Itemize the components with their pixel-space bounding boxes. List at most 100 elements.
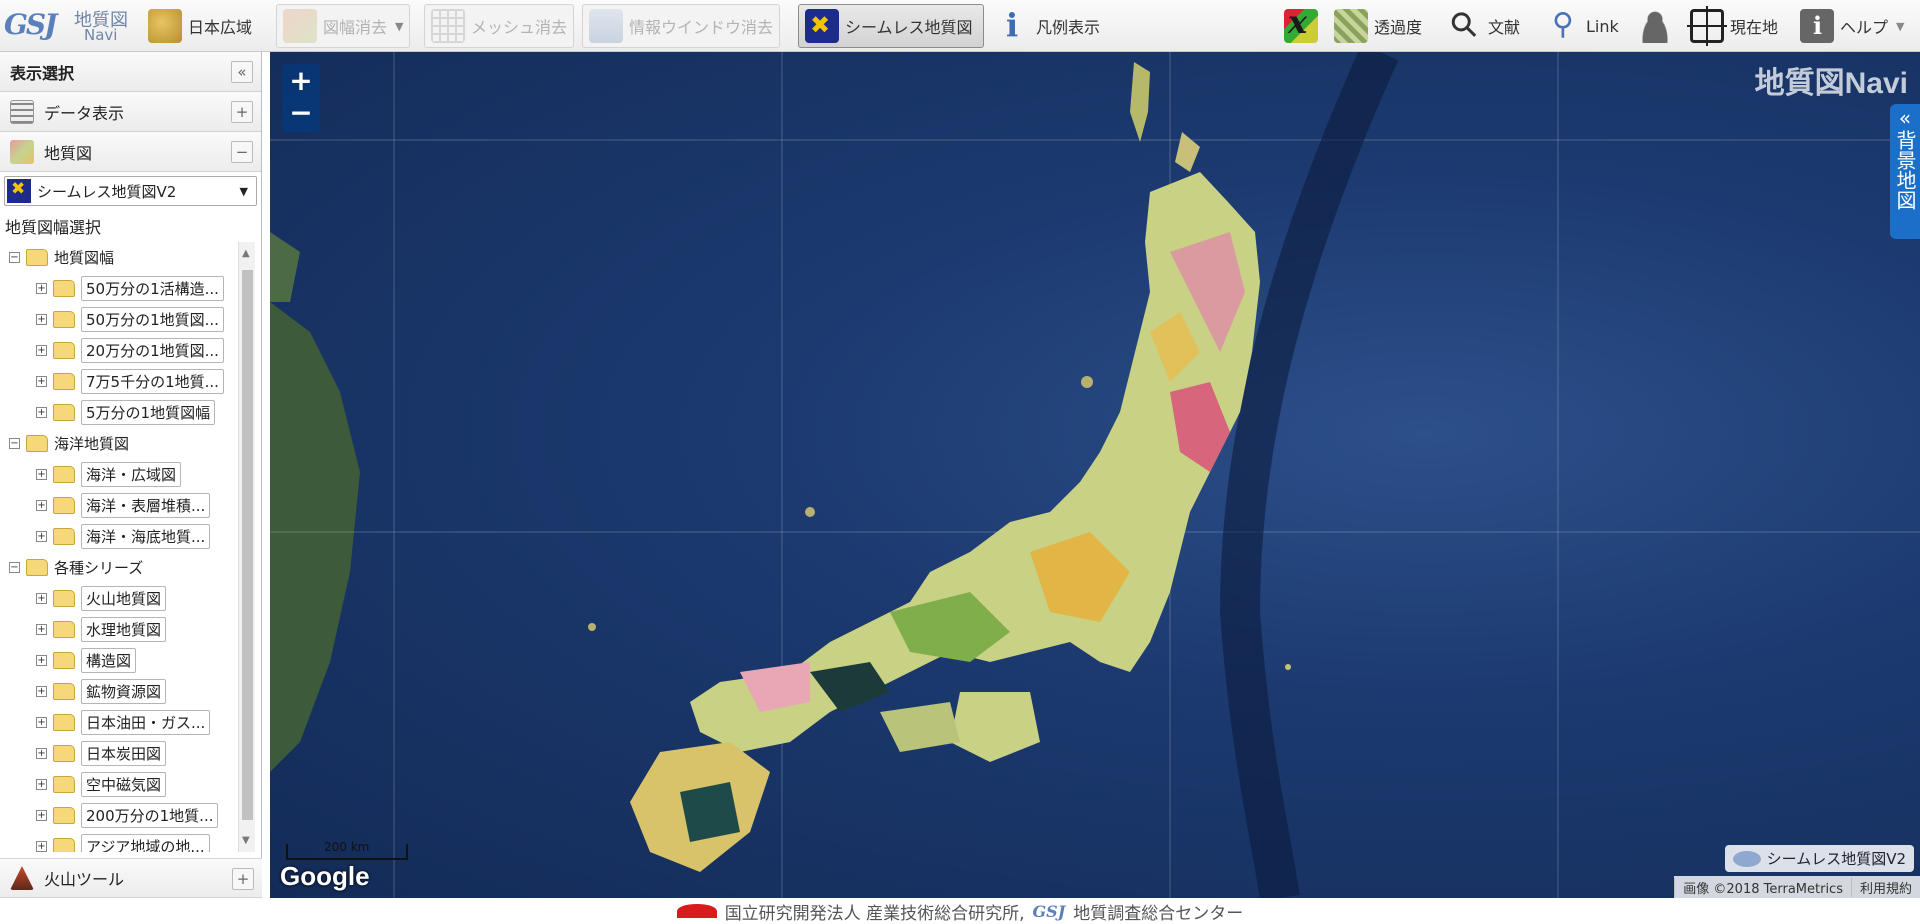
tree-item[interactable]: +7万5千分の1地質... [4, 366, 236, 397]
legend-button[interactable]: 凡例表示 [996, 4, 1100, 48]
link-button[interactable]: Link [1546, 4, 1619, 48]
zoom-in-button[interactable]: + [284, 66, 318, 98]
literature-button[interactable]: 文献 [1448, 4, 1520, 48]
tree-item-label[interactable]: 鉱物資源図 [81, 679, 167, 704]
tree-item[interactable]: + 空中磁気図 [4, 769, 236, 800]
expand-icon[interactable]: + [36, 500, 47, 511]
current-location-button[interactable]: 現在地 [1687, 4, 1778, 48]
expand-icon[interactable]: + [36, 531, 47, 542]
tree-item-label[interactable]: 海洋・海底地質... [81, 524, 211, 549]
erase-sheet-button[interactable]: 図幅消去 ▼ [276, 4, 411, 48]
tree-item[interactable]: +200万分の1地質... [4, 800, 236, 831]
tree-scrollbar[interactable]: ▲ ▼ [238, 242, 255, 852]
formula-x-icon [1284, 3, 1318, 43]
tree-item-label[interactable]: 海洋・表層堆積... [81, 493, 211, 518]
tree-item-label[interactable]: 7万5千分の1地質... [81, 369, 224, 394]
chevron-down-icon[interactable]: ▼ [1896, 20, 1904, 33]
tree-item-label[interactable]: 空中磁気図 [81, 772, 167, 797]
tree-item-label[interactable]: 構造図 [81, 648, 137, 673]
tree-item[interactable]: +50万分の1地質図... [4, 304, 236, 335]
info-window-erase-button[interactable]: 情報ウインドウ消去 [582, 4, 781, 48]
expand-icon[interactable]: + [36, 376, 47, 387]
tree-item-label[interactable]: 地質図幅 [54, 247, 114, 268]
expand-icon[interactable]: + [36, 748, 47, 759]
tree-item-label[interactable]: 50万分の1活構造... [81, 276, 224, 301]
tree-folder[interactable]: − 各種シリーズ [4, 552, 236, 583]
expand-icon[interactable]: + [36, 686, 47, 697]
tree-folder[interactable]: − 海洋地質図 [4, 428, 236, 459]
app-logo[interactable]: GSJ 地質図 Navi [4, 2, 138, 48]
zoom-out-button[interactable]: − [284, 98, 318, 130]
tree-item-label[interactable]: 水理地質図 [81, 617, 167, 642]
transparency-button[interactable]: 透過度 [1334, 4, 1422, 48]
expand-icon[interactable]: + [231, 101, 253, 123]
seamless-map-button[interactable]: シームレス地質図 [798, 4, 984, 48]
data-display-section[interactable]: データ表示 + [0, 92, 261, 132]
footer-org2[interactable]: 地質調査総合センター [1073, 899, 1243, 924]
formula-button[interactable] [1284, 3, 1324, 48]
tree-item[interactable]: + 日本油田・ガス... [4, 707, 236, 738]
expand-icon[interactable]: + [36, 407, 47, 418]
collapse-icon[interactable]: − [231, 141, 253, 163]
tree-item-label[interactable]: 日本炭田図 [81, 741, 167, 766]
tree-item-label[interactable]: 20万分の1地質図... [81, 338, 224, 363]
tree-item[interactable]: + 水理地質図 [4, 614, 236, 645]
tree-item-label[interactable]: 50万分の1地質図... [81, 307, 224, 332]
expand-icon[interactable]: + [36, 283, 47, 294]
tree-item-label[interactable]: 海洋地質図 [54, 433, 129, 454]
tree-item[interactable]: + 鉱物資源図 [4, 676, 236, 707]
expand-icon[interactable]: + [36, 717, 47, 728]
tree-item[interactable]: +50万分の1活構造... [4, 273, 236, 304]
tree-item-label[interactable]: 火山地質図 [81, 586, 167, 611]
volcano-tools-section[interactable]: 火山ツール + [0, 858, 262, 898]
geology-section[interactable]: 地質図 − [0, 132, 261, 172]
tree-item[interactable]: +20万分の1地質図... [4, 335, 236, 366]
scroll-up-icon[interactable]: ▲ [242, 248, 250, 259]
scroll-down-icon[interactable]: ▼ [242, 835, 250, 846]
tree-item[interactable]: + 火山地質図 [4, 583, 236, 614]
collapse-icon[interactable]: − [9, 438, 20, 449]
tree-folder[interactable]: − 地質図幅 [4, 242, 236, 273]
expand-icon[interactable]: + [36, 841, 47, 852]
collapse-icon[interactable]: − [9, 252, 20, 263]
collapse-panel-icon[interactable]: « [231, 61, 253, 83]
tree-item[interactable]: +5万分の1地質図幅 [4, 397, 236, 428]
tree-item[interactable]: + 海洋・表層堆積... [4, 490, 236, 521]
scrollbar-thumb[interactable] [242, 270, 253, 820]
tree-item[interactable]: + 海洋・広域図 [4, 459, 236, 490]
expand-icon[interactable]: + [36, 469, 47, 480]
background-map-tab[interactable]: « 背景地図 [1890, 104, 1920, 239]
data-display-label: データ表示 [44, 103, 125, 123]
chevron-down-icon[interactable]: ▼ [395, 20, 403, 33]
expand-icon[interactable]: + [232, 868, 254, 890]
collapse-icon[interactable]: − [9, 562, 20, 573]
layer-badge[interactable]: シームレス地質図V2 [1724, 845, 1914, 872]
tree-item-label[interactable]: 海洋・広域図 [81, 462, 182, 487]
expand-icon[interactable]: + [36, 314, 47, 325]
expand-icon[interactable]: + [36, 810, 47, 821]
terms-link[interactable]: 利用規約 [1850, 877, 1920, 897]
map-type-select[interactable]: シームレス地質図V2 ▼ [4, 176, 257, 206]
japan-wide-button[interactable]: 日本広域 [148, 4, 252, 48]
tree-item[interactable]: + 海洋・海底地質... [4, 521, 236, 552]
footer-org1[interactable]: 国立研究開発法人 産業技術総合研究所, [725, 899, 1025, 924]
expand-icon[interactable]: + [36, 655, 47, 666]
tree-item-label[interactable]: 日本油田・ガス... [81, 710, 211, 735]
mesh-erase-button[interactable]: メッシュ消去 [424, 4, 575, 48]
expand-icon[interactable]: + [36, 345, 47, 356]
tree-item-label[interactable]: 200万分の1地質... [81, 803, 219, 828]
tree-item[interactable]: + アジア地域の地... [4, 831, 236, 852]
street-view-button[interactable] [1638, 4, 1678, 48]
map-canvas[interactable]: + − 地質図Navi « 背景地図 200 km Google シームレス地質… [270, 52, 1920, 898]
toolbar: GSJ 地質図 Navi 日本広域 図幅消去 ▼ メッシュ消去 情報ウインドウ消… [0, 0, 1920, 52]
tree-item-label[interactable]: 各種シリーズ [54, 557, 143, 578]
expand-icon[interactable]: + [36, 593, 47, 604]
tree-item[interactable]: + 日本炭田図 [4, 738, 236, 769]
tree-item-label[interactable]: アジア地域の地... [81, 834, 210, 852]
tree-item-label[interactable]: 5万分の1地質図幅 [81, 400, 216, 425]
folder-icon [26, 435, 48, 452]
expand-icon[interactable]: + [36, 779, 47, 790]
help-button[interactable]: ヘルプ ▼ [1800, 4, 1904, 48]
tree-item[interactable]: + 構造図 [4, 645, 236, 676]
expand-icon[interactable]: + [36, 624, 47, 635]
